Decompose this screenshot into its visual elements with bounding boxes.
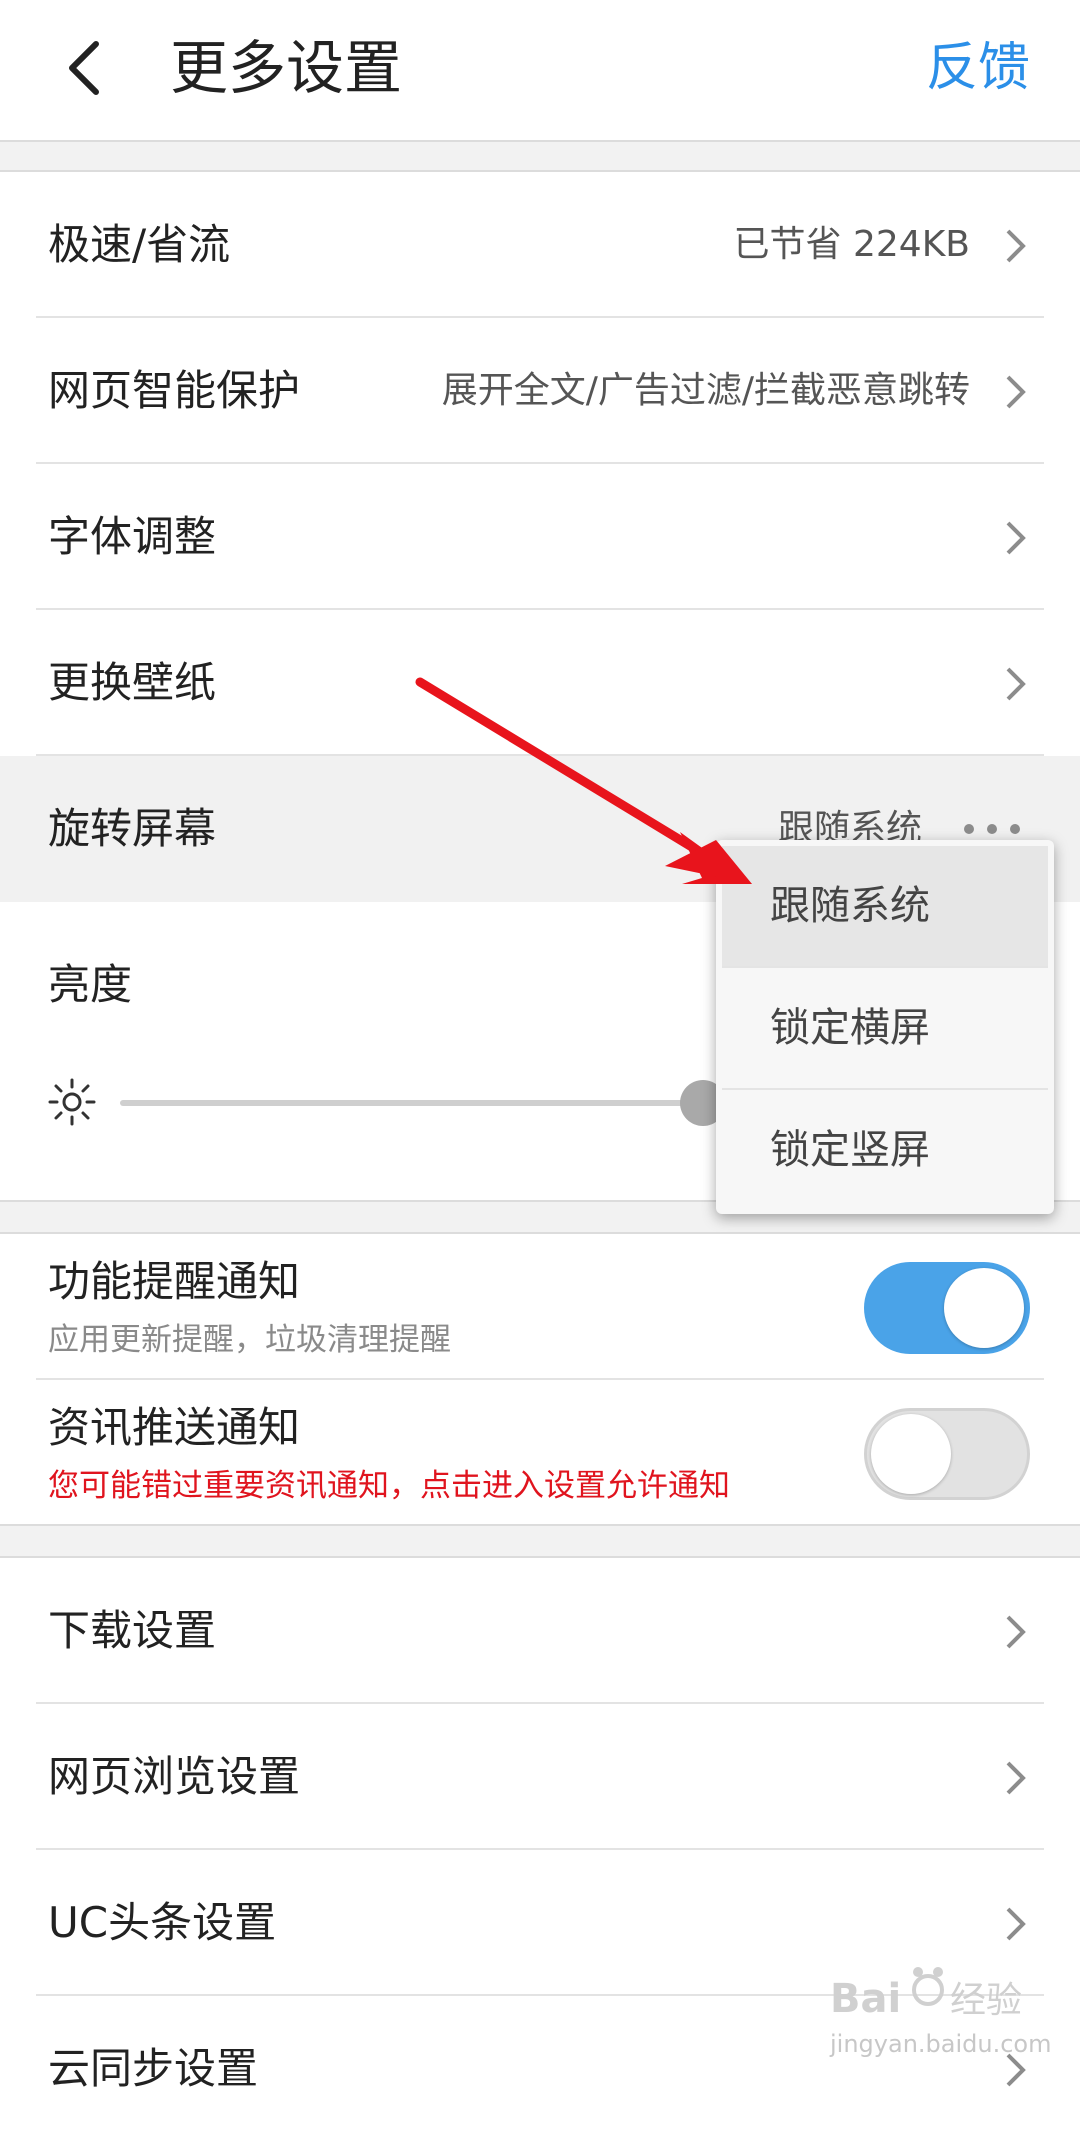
svg-text:Bai: Bai (830, 1976, 901, 2022)
notification-news-push[interactable]: 资讯推送通知 您可能错过重要资讯通知，点击进入设置允许通知 (0, 1380, 1080, 1526)
settings-item-label: 云同步设置 (48, 2044, 259, 2093)
more-dots-icon[interactable] (962, 822, 1022, 836)
chevron-right-icon (1006, 1761, 1026, 1795)
feature-reminder-toggle[interactable] (864, 1262, 1030, 1354)
watermark-url: jingyan.baidu.com (830, 2030, 1052, 2058)
settings-item-font-size[interactable]: 字体调整 (0, 464, 1080, 610)
section-gap (0, 1524, 1080, 1558)
settings-item-speed-saving[interactable]: 极速/省流 已节省 224KB (0, 172, 1080, 318)
chevron-right-icon (1006, 1615, 1026, 1649)
menu-item-lock-landscape[interactable]: 锁定横屏 (722, 968, 1048, 1088)
settings-item-label: UC头条设置 (48, 1898, 277, 1947)
chevron-right-icon (1006, 667, 1026, 701)
notification-subtitle: 应用更新提醒，垃圾清理提醒 (48, 1322, 451, 1358)
section-gap (0, 140, 1080, 172)
notification-title: 资讯推送通知 (48, 1403, 301, 1452)
settings-item-download[interactable]: 下载设置 (0, 1558, 1080, 1704)
svg-text:经验: 经验 (950, 1980, 1022, 2021)
news-push-toggle[interactable] (864, 1408, 1030, 1500)
settings-item-browsing[interactable]: 网页浏览设置 (0, 1704, 1080, 1850)
settings-item-label: 字体调整 (48, 512, 217, 561)
settings-item-label: 更换壁纸 (48, 658, 217, 707)
app-header: 更多设置 反馈 (0, 0, 1080, 142)
settings-item-wallpaper[interactable]: 更换壁纸 (0, 610, 1080, 756)
chevron-right-icon (1006, 521, 1026, 555)
sun-icon (48, 1078, 96, 1126)
brightness-slider-track[interactable] (120, 1100, 720, 1106)
settings-item-web-protection[interactable]: 网页智能保护 展开全文/广告过滤/拦截恶意跳转 (0, 318, 1080, 464)
settings-item-label: 下载设置 (48, 1606, 217, 1655)
notification-warning[interactable]: 您可能错过重要资讯通知，点击进入设置允许通知 (48, 1464, 730, 1508)
settings-item-label: 网页智能保护 (48, 366, 301, 415)
menu-item-follow-system[interactable]: 跟随系统 (722, 846, 1048, 966)
settings-item-label: 旋转屏幕 (48, 804, 217, 853)
chevron-right-icon (1006, 1907, 1026, 1941)
chevron-right-icon (1006, 229, 1026, 263)
settings-item-label: 网页浏览设置 (48, 1752, 301, 1801)
settings-item-value: 已节省 224KB (733, 224, 970, 265)
menu-item-lock-portrait[interactable]: 锁定竖屏 (722, 1090, 1048, 1210)
notification-feature-reminder[interactable]: 功能提醒通知 应用更新提醒，垃圾清理提醒 (0, 1234, 1080, 1380)
page-title: 更多设置 (170, 34, 403, 102)
chevron-right-icon (1006, 375, 1026, 409)
feedback-button[interactable]: 反馈 (926, 28, 1030, 108)
notification-title: 功能提醒通知 (48, 1257, 301, 1306)
rotation-options-menu: 跟随系统 锁定横屏 锁定竖屏 (716, 840, 1054, 1214)
settings-item-label: 极速/省流 (48, 220, 231, 269)
settings-item-value: 展开全文/广告过滤/拦截恶意跳转 (441, 370, 970, 411)
back-arrow-icon[interactable] (60, 38, 110, 98)
brightness-label: 亮度 (48, 960, 133, 1009)
